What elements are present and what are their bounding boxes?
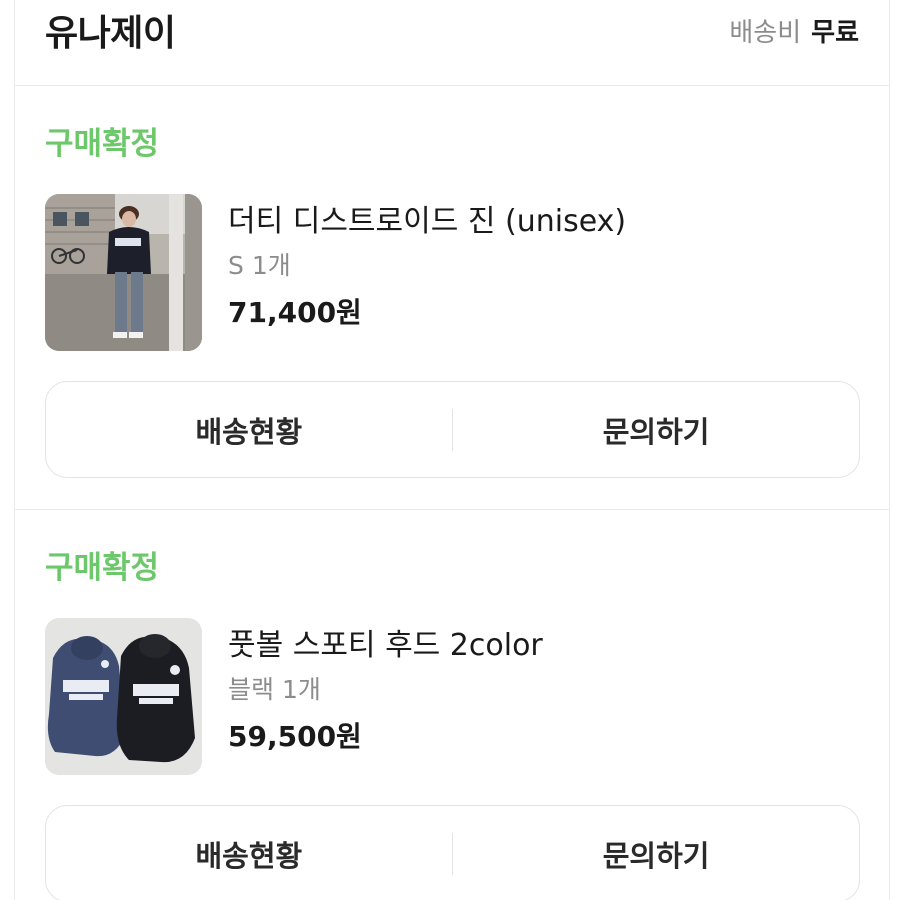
product-name[interactable]: 풋볼 스포티 후드 2color <box>228 620 543 664</box>
inquiry-button[interactable]: 문의하기 <box>453 382 859 477</box>
delivery-status-button[interactable]: 배송현황 <box>46 806 452 900</box>
delivery-status-button[interactable]: 배송현황 <box>46 382 452 477</box>
order-status: 구매확정 <box>45 550 160 586</box>
store-name[interactable]: 유나제이 <box>45 4 176 56</box>
product-image[interactable] <box>45 194 202 351</box>
product-option: S 1개 <box>228 251 291 280</box>
product-price: 71,400원 <box>228 296 362 329</box>
product-photo-icon <box>45 194 202 351</box>
order-card: 구매확정 풋볼 스포티 후드 2color 블랙 1개 59,500원 배송현황 <box>15 510 889 900</box>
product-price: 59,500원 <box>228 720 362 753</box>
product-name[interactable]: 더티 디스트로이드 진 (unisex) <box>228 196 626 240</box>
shipping-fee-value: 무료 <box>811 18 859 48</box>
order-card: 구매확정 더티 디스트로이드 진 (unisex) S 1개 71,400원 배… <box>15 86 889 510</box>
order-actions: 배송현황 문의하기 <box>45 381 860 478</box>
order-actions: 배송현황 문의하기 <box>45 805 860 900</box>
shipping-fee-label: 배송비 <box>729 18 802 48</box>
shipping-info: 배송비 무료 <box>729 12 859 49</box>
order-list-panel: 유나제이 배송비 무료 구매확정 더티 디스트로이드 진 (unisex) S … <box>14 0 890 900</box>
store-header: 유나제이 배송비 무료 <box>15 0 889 86</box>
inquiry-button[interactable]: 문의하기 <box>453 806 859 900</box>
product-photo-icon <box>45 618 202 775</box>
order-status: 구매확정 <box>45 126 160 162</box>
product-option: 블랙 1개 <box>228 675 321 704</box>
product-image[interactable] <box>45 618 202 775</box>
